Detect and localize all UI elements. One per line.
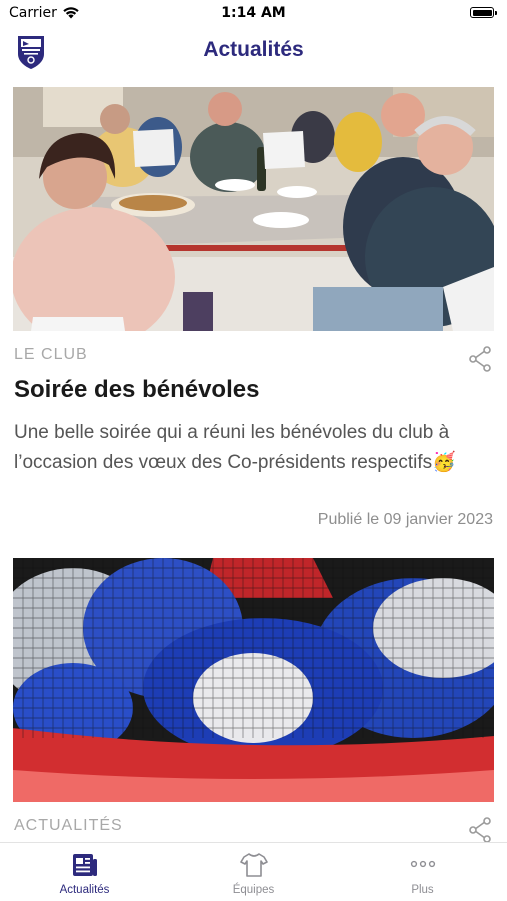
rugby-balls-photo[interactable] [13, 558, 494, 802]
tab-plus[interactable]: Plus [338, 843, 507, 901]
battery-icon [470, 7, 497, 18]
tab-bar: Actualités Équipes Plus [0, 842, 507, 900]
clock: 1:14 AM [221, 5, 286, 21]
card-date: Publié le 09 janvier 2023 [317, 511, 493, 528]
page-title: Actualités [203, 38, 304, 61]
jersey-icon [240, 853, 268, 877]
news-feed[interactable]: LE CLUB Soirée des bénévoles Une belle s… [0, 76, 507, 842]
more-dots-icon [410, 860, 436, 868]
navigation-bar: Actualités [0, 28, 507, 76]
status-bar: Carrier 1:14 AM [0, 0, 507, 28]
newspaper-icon [73, 854, 97, 876]
volunteers-dinner-photo[interactable] [13, 87, 494, 331]
tab-label: Équipes [232, 884, 275, 896]
tab-label: Plus [411, 884, 434, 896]
share-icon[interactable] [468, 817, 492, 842]
tab-label: Actualités [59, 884, 110, 896]
card-category: ACTUALITÉS [14, 817, 123, 834]
tab-equipes[interactable]: Équipes [169, 843, 338, 901]
share-icon[interactable] [468, 346, 492, 372]
card-title[interactable]: Soirée des bénévoles [14, 376, 259, 404]
card-category: LE CLUB [14, 346, 88, 363]
tab-actualites[interactable]: Actualités [0, 843, 169, 901]
card-excerpt: Une belle soirée qui a réuni les bénévol… [14, 422, 456, 473]
